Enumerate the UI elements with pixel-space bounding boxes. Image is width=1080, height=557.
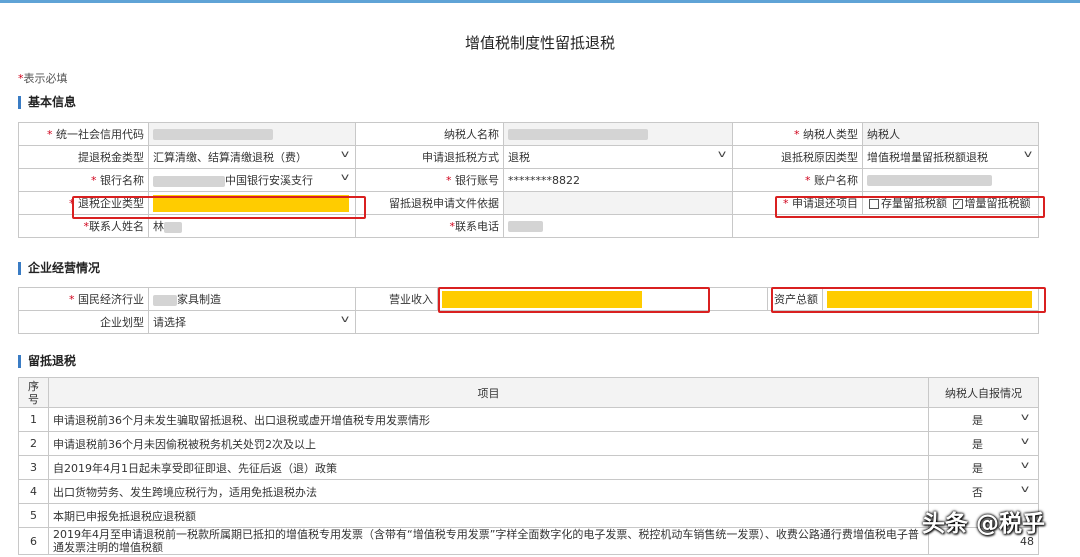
refund-method-select[interactable]: 退税 v — [503, 145, 733, 169]
redacted-value — [508, 129, 648, 140]
refund-reason-select[interactable]: 增值税增量留抵税额退税 v — [862, 145, 1039, 169]
header-no: 序号 — [18, 377, 49, 408]
chevron-down-icon: v — [340, 149, 350, 160]
annotation-box-total-assets — [771, 287, 1046, 313]
refund-category-label: 提退税金类型 — [18, 145, 149, 169]
taxpayer-type-field[interactable]: 纳税人 — [862, 122, 1039, 146]
answer-select[interactable]: 是v — [928, 407, 1039, 432]
top-border — [0, 0, 1080, 3]
basis-file-label: 留抵退税申请文件依据 — [355, 191, 504, 215]
table-row: 1 申请退税前36个月未发生骗取留抵退税、出口退税或虚开增值税专用发票情形 是v — [18, 407, 1039, 432]
redacted-value — [153, 175, 225, 187]
watermark: 头条 @税乎 — [922, 511, 1046, 537]
header-answer: 纳税人自报情况 — [928, 377, 1039, 408]
table-row: 3 自2019年4月1日起未享受即征即退、先征后返（退）政策 是v — [18, 455, 1039, 480]
taxpayer-name-label: 纳税人名称 — [355, 122, 504, 146]
table-row: 4 出口货物劳务、发生跨境应税行为，适用免抵退税办法 否v — [18, 479, 1039, 504]
section-basic-info: 基本信息 — [18, 96, 76, 109]
redacted-value — [153, 129, 273, 140]
chevron-down-icon: v — [1023, 149, 1033, 160]
redacted-value — [164, 221, 182, 233]
contact-phone-label: *联系电话 — [355, 214, 504, 238]
credit-code-field[interactable] — [148, 122, 356, 146]
required-note: *表示必填 — [18, 72, 68, 85]
chevron-down-icon: v — [717, 149, 727, 160]
annotation-box-revenue — [438, 287, 710, 313]
chevron-down-icon: v — [1020, 459, 1030, 471]
account-name-field[interactable] — [862, 168, 1039, 192]
refund-items-table: 序号 项目 纳税人自报情况 1 申请退税前36个月未发生骗取留抵退税、出口退税或… — [18, 377, 1039, 555]
section-refund: 留抵退税 — [18, 355, 76, 368]
revenue-label: 营业收入 — [355, 287, 438, 311]
page-title: 增值税制度性留抵退税 — [464, 34, 615, 52]
table-header-row: 序号 项目 纳税人自报情况 — [18, 377, 1039, 408]
chevron-down-icon: v — [1020, 483, 1030, 495]
account-name-label: * 账户名称 — [732, 168, 863, 192]
bank-name-label: * 银行名称 — [18, 168, 149, 192]
redacted-value — [508, 221, 543, 232]
taxpayer-type-label: * 纳税人类型 — [732, 122, 863, 146]
contact-phone-field[interactable] — [503, 214, 733, 238]
chevron-down-icon: v — [1020, 411, 1030, 423]
refund-category-select[interactable]: 汇算清缴、结算清缴退税（费） v — [148, 145, 356, 169]
answer-select[interactable]: 否v — [928, 479, 1039, 504]
annotation-box-enterprise-type — [72, 196, 366, 219]
answer-select[interactable]: 是v — [928, 431, 1039, 456]
refund-reason-label: 退抵税原因类型 — [732, 145, 863, 169]
header-item: 项目 — [48, 377, 929, 408]
redacted-value — [153, 294, 177, 306]
table-row: 5 本期已申报免抵退税应退税额 — [18, 503, 1039, 528]
annotation-box-refund-item — [775, 196, 1045, 218]
table-row: 2 申请退税前36个月未因偷税被税务机关处罚2次及以上 是v — [18, 431, 1039, 456]
taxpayer-name-field[interactable] — [503, 122, 733, 146]
empty-cell — [355, 310, 1039, 334]
chevron-down-icon: v — [1020, 435, 1030, 447]
basic-info-form: * 统一社会信用代码 纳税人名称 * 纳税人类型 纳税人 提退税金类型 汇算清缴… — [18, 122, 1039, 238]
basis-file-field[interactable] — [503, 191, 733, 215]
industry-field[interactable]: 家具制造 — [148, 287, 356, 311]
size-select[interactable]: 请选择 v — [148, 310, 356, 334]
redacted-value — [867, 175, 992, 186]
chevron-down-icon: v — [340, 314, 350, 325]
credit-code-label: * 统一社会信用代码 — [18, 122, 149, 146]
bank-account-field[interactable]: ********8822 — [503, 168, 733, 192]
size-label: 企业划型 — [18, 310, 149, 334]
bank-name-select[interactable]: 中国银行安溪支行 v — [148, 168, 356, 192]
section-business-info: 企业经营情况 — [18, 262, 100, 275]
answer-select[interactable]: 是v — [928, 455, 1039, 480]
chevron-down-icon: v — [340, 172, 350, 183]
bank-account-label: * 银行账号 — [355, 168, 504, 192]
industry-label: * 国民经济行业 — [18, 287, 149, 311]
refund-method-label: 申请退抵税方式 — [355, 145, 504, 169]
table-row: 6 2019年4月至申请退税前一税款所属期已抵扣的增值税专用发票（含带有“增值税… — [18, 527, 1039, 555]
